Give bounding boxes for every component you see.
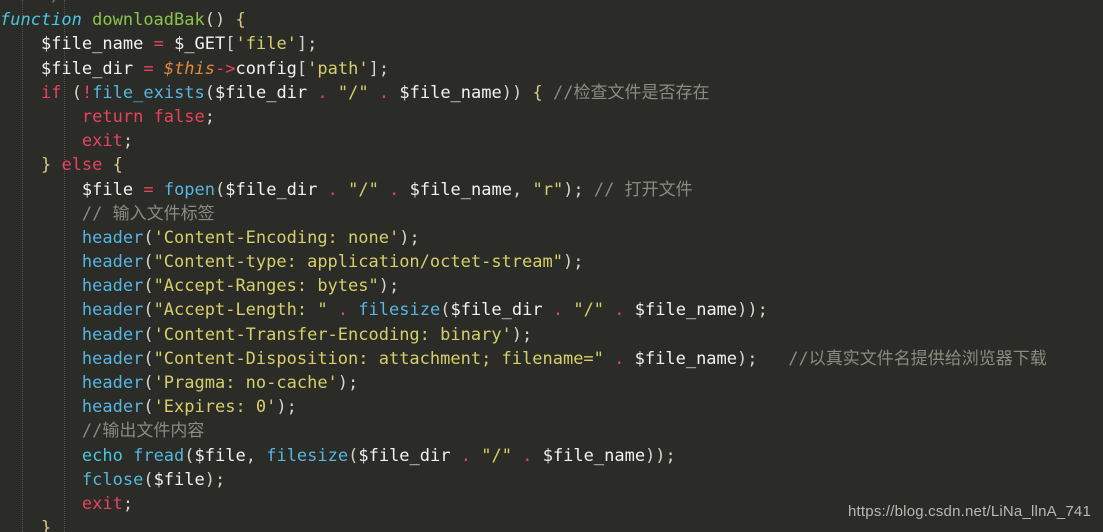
code-line: header('Pragma: no-cache'); [81, 373, 359, 393]
code-line: if (!file_exists($file_dir . "/" . $file… [40, 82, 710, 103]
code-editor[interactable]: */ function downloadBak() { $file_name = … [0, 0, 1103, 532]
code-line: } else { [40, 155, 123, 176]
code-line: header('Expires: 0'); [81, 397, 297, 418]
code-line: $file = fopen($file_dir . "/" . $file_na… [81, 179, 693, 200]
code-line: header("Content-type: application/octet-… [81, 252, 584, 273]
code-line: header("Accept-Length: " . filesize($fil… [81, 300, 768, 321]
code-line: echo fread($file, filesize($file_dir . "… [81, 445, 676, 466]
code-line: // 输入文件标签 [81, 203, 215, 224]
code-line: function downloadBak() { [0, 10, 246, 31]
code-line: $file_name = $_GET['file']; [40, 34, 318, 55]
code-line: //输出文件内容 [81, 421, 205, 442]
code-line: exit; [81, 131, 134, 152]
code-line: header('Content-Transfer-Encoding: binar… [81, 324, 533, 345]
code-block[interactable]: */ function downloadBak() { $file_name = … [0, 0, 1047, 532]
watermark: https://blog.csdn.net/LiNa_llnA_741 [848, 502, 1091, 520]
code-line: header('Content-Encoding: none'); [81, 227, 420, 248]
code-line: fclose($file); [81, 469, 226, 490]
code-line: */ [0, 0, 1047, 8]
code-line: return false; [81, 106, 215, 127]
code-line: header("Content-Disposition: attachment;… [81, 348, 1047, 369]
code-line: header("Accept-Ranges: bytes"); [81, 276, 400, 297]
code-line: $file_dir = $this->config['path']; [40, 58, 390, 79]
